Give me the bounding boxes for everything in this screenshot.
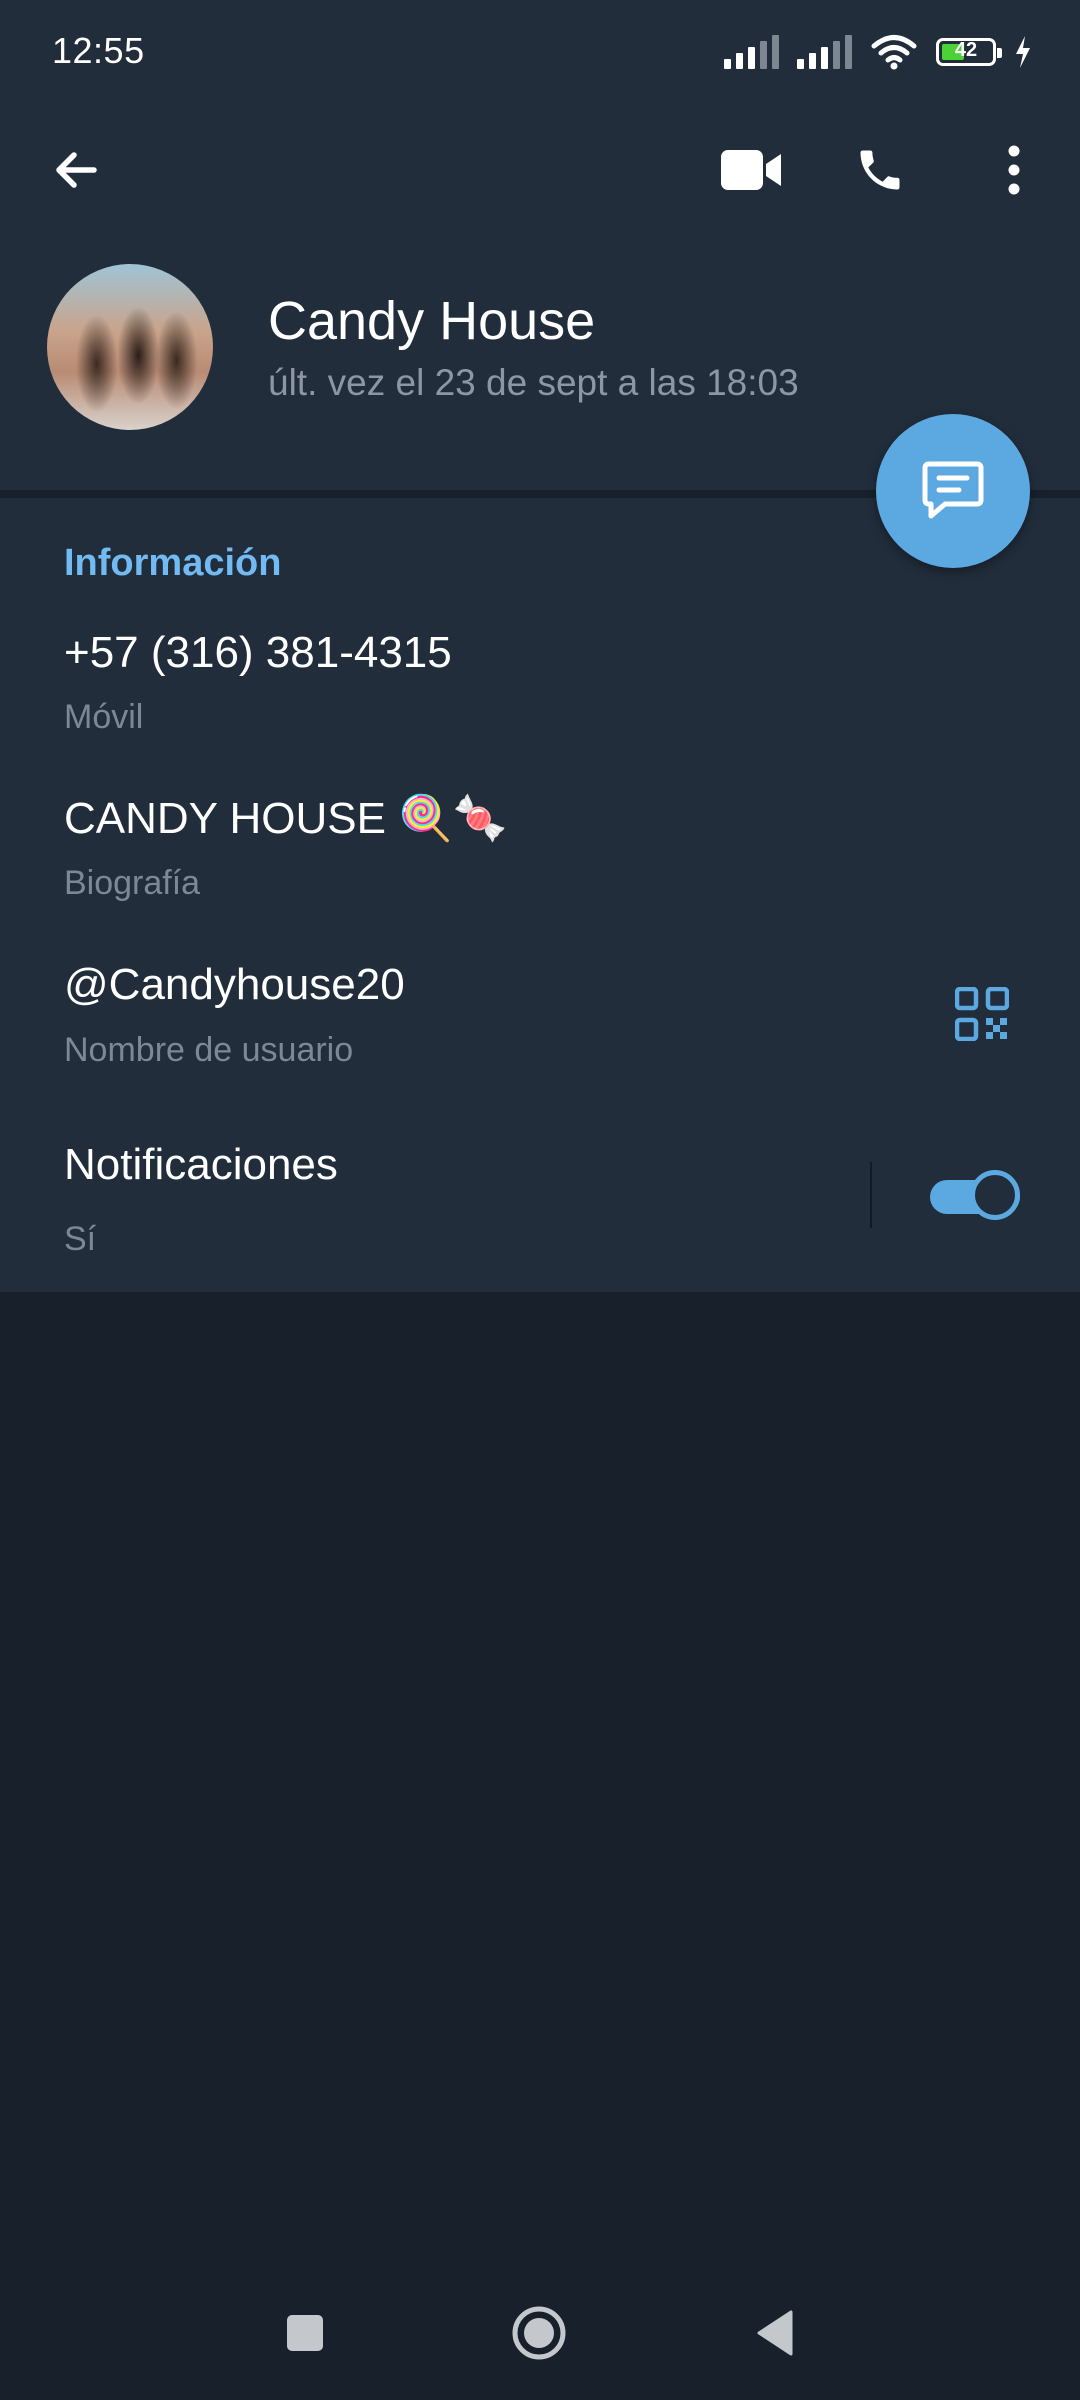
video-call-button[interactable] — [712, 130, 792, 210]
divider — [870, 1162, 872, 1228]
video-call-icon — [721, 150, 781, 190]
back-arrow-icon — [56, 152, 97, 188]
qr-code-icon — [955, 987, 1009, 1041]
status-bar: 12:55 42 — [0, 0, 1080, 104]
notifications-title[interactable]: Notificaciones — [64, 1140, 338, 1190]
home-button[interactable] — [494, 2288, 584, 2378]
phone-label: Móvil — [64, 698, 144, 736]
more-vert-icon — [1008, 145, 1020, 195]
notifications-toggle[interactable] — [926, 1168, 1024, 1224]
signal-icon — [797, 35, 852, 69]
back-button[interactable] — [36, 130, 116, 210]
username-label: Nombre de usuario — [64, 1031, 354, 1069]
more-options-button[interactable] — [974, 130, 1054, 210]
back-triangle-icon — [757, 2310, 793, 2356]
section-title-info: Información — [64, 542, 282, 584]
charging-icon — [1016, 36, 1030, 68]
home-circle-icon — [512, 2306, 566, 2360]
nav-back-button[interactable] — [730, 2288, 820, 2378]
call-button[interactable] — [840, 130, 920, 210]
recents-square-icon — [287, 2315, 323, 2351]
username[interactable]: @Candyhouse20 — [64, 960, 405, 1010]
bio-text[interactable]: CANDY HOUSE 🍭🍬 — [64, 792, 508, 844]
last-seen-status: últ. vez el 23 de sept a las 18:03 — [268, 362, 799, 403]
battery-icon: 42 — [936, 38, 1002, 66]
wifi-icon — [871, 35, 917, 70]
bio-label: Biografía — [64, 864, 201, 902]
status-icons: 42 — [724, 30, 1032, 74]
signal-icon — [724, 35, 779, 69]
battery-level: 42 — [954, 39, 978, 61]
phone-number[interactable]: +57 (316) 381-4315 — [64, 628, 452, 678]
toggle-knob — [970, 1170, 1020, 1220]
chat-icon — [922, 461, 984, 519]
profile-name: Candy House — [268, 291, 596, 351]
notifications-state: Sí — [64, 1220, 97, 1258]
avatar[interactable] — [47, 264, 213, 430]
profile-screen: 12:55 42 Candy House últ. vez el 23 de s… — [0, 0, 1080, 2400]
recents-button[interactable] — [260, 2288, 350, 2378]
message-fab-button[interactable] — [876, 414, 1030, 568]
phone-icon — [860, 150, 900, 190]
qr-code-button[interactable] — [942, 974, 1022, 1054]
status-time: 12:55 — [52, 30, 145, 71]
